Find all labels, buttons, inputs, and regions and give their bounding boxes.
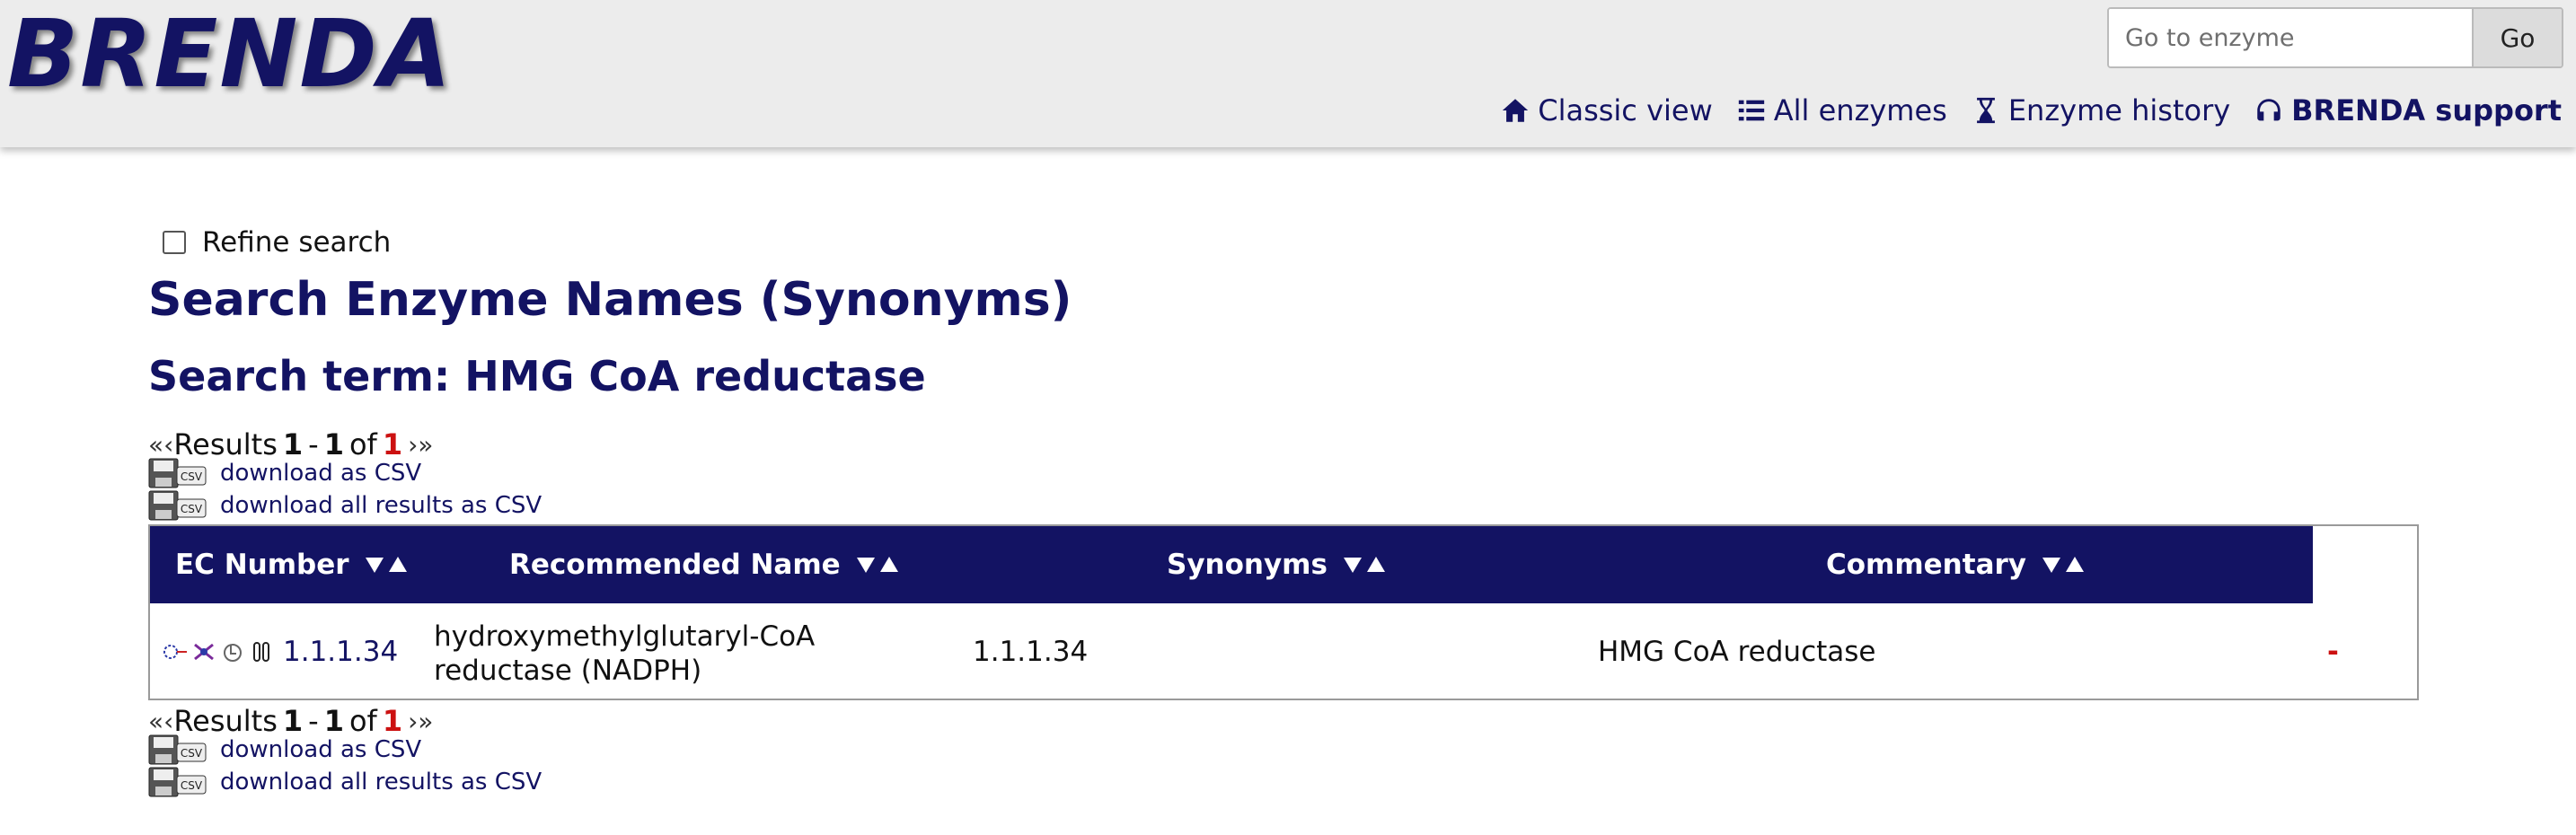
csv-floppy-icon: CSV <box>148 767 207 797</box>
pager-prefix: Results <box>173 704 278 738</box>
nav-classic-view[interactable]: Classic view <box>1500 93 1713 127</box>
pager-of: of <box>348 704 377 738</box>
refine-search-checkbox[interactable] <box>163 231 186 254</box>
first-page-icon[interactable]: « <box>148 430 163 460</box>
pager-of: of <box>348 427 377 461</box>
csv-floppy-icon: CSV <box>148 458 207 488</box>
column-header-recommended-name[interactable]: Recommended Name <box>509 526 900 603</box>
nav-brenda-support-label: BRENDA support <box>2291 93 2562 127</box>
svg-text:CSV: CSV <box>181 470 203 483</box>
go-button[interactable]: Go <box>2472 9 2562 66</box>
pathway-icon[interactable] <box>163 639 188 664</box>
sort-icon[interactable] <box>855 554 900 576</box>
pager-separator: - <box>308 704 319 738</box>
download-all-csv-link[interactable]: download all results as CSV <box>220 769 542 795</box>
pager-end: 1 <box>323 704 344 738</box>
nav-all-enzymes-label: All enzymes <box>1773 93 1947 127</box>
download-csv-row[interactable]: CSV download as CSV <box>148 734 421 765</box>
sort-icon[interactable] <box>364 554 409 576</box>
hourglass-icon <box>1976 97 1995 124</box>
refine-search-label: Refine search <box>202 226 392 259</box>
headset-icon <box>2257 99 2280 121</box>
refine-search-toggle[interactable]: Refine search <box>163 226 391 259</box>
results-table: EC Number Recommended Name Synonyms Comm… <box>148 524 2419 700</box>
download-csv-row[interactable]: CSV download as CSV <box>148 458 421 488</box>
commentary-cell: HMG CoA reductase <box>1598 636 1876 668</box>
column-label: Recommended Name <box>509 549 841 581</box>
hand-pointer-icon[interactable] <box>220 639 245 664</box>
prev-page-icon[interactable]: ‹ <box>163 430 173 460</box>
nav-brenda-support[interactable]: BRENDA support <box>2254 93 2562 127</box>
pager-top: « ‹ Results 1 - 1 of 1 › » <box>148 427 433 461</box>
brenda-logo[interactable]: BRENDA <box>7 7 453 101</box>
page-title: Search Enzyme Names (Synonyms) <box>148 273 1072 327</box>
search-term-heading: Search term: HMG CoA reductase <box>148 352 926 400</box>
download-all-csv-link[interactable]: download all results as CSV <box>220 492 542 519</box>
download-all-csv-row[interactable]: CSV download all results as CSV <box>148 767 542 797</box>
column-header-commentary[interactable]: Commentary <box>1826 526 2086 603</box>
list-icon <box>1738 100 1764 121</box>
column-label: Synonyms <box>1167 549 1328 581</box>
column-header-synonyms[interactable]: Synonyms <box>1167 526 1387 603</box>
first-page-icon[interactable]: « <box>148 707 163 736</box>
last-page-icon[interactable]: » <box>418 707 433 736</box>
download-csv-link[interactable]: download as CSV <box>220 736 421 763</box>
test-tube-icon[interactable] <box>249 639 274 664</box>
recommended-name-line: reductase (NADPH) <box>434 655 702 687</box>
ec-number-cell: 1.1.1.34 <box>163 636 398 668</box>
table-header: EC Number Recommended Name Synonyms Comm… <box>150 526 2313 603</box>
pager-total: 1 <box>382 704 403 738</box>
nav-all-enzymes[interactable]: All enzymes <box>1736 93 1947 127</box>
next-page-icon[interactable]: › <box>408 430 418 460</box>
recommended-name-line: hydroxymethylglutaryl-CoA <box>434 620 816 653</box>
top-navigation: Classic view All enzymes Enzyme history … <box>1500 93 2562 127</box>
sort-icon[interactable] <box>1342 554 1387 576</box>
pager-total: 1 <box>382 427 403 461</box>
structure-icon[interactable] <box>191 639 216 664</box>
download-all-csv-row[interactable]: CSV download all results as CSV <box>148 490 542 521</box>
pager-start: 1 <box>282 427 304 461</box>
svg-text:CSV: CSV <box>181 779 203 792</box>
download-csv-link[interactable]: download as CSV <box>220 460 421 487</box>
ec-tool-icons <box>163 639 274 664</box>
nav-classic-view-label: Classic view <box>1538 93 1713 127</box>
pager-prefix: Results <box>173 427 278 461</box>
extra-cell: - <box>2327 636 2339 668</box>
pager-start: 1 <box>282 704 304 738</box>
csv-floppy-icon: CSV <box>148 490 207 521</box>
home-icon <box>1503 99 1529 122</box>
column-label: EC Number <box>175 549 349 581</box>
recommended-name-cell: hydroxymethylglutaryl-CoA reductase (NAD… <box>434 620 815 688</box>
sort-icon[interactable] <box>2041 554 2086 576</box>
prev-page-icon[interactable]: ‹ <box>163 707 173 736</box>
pager-separator: - <box>308 427 319 461</box>
svg-text:CSV: CSV <box>181 747 203 760</box>
next-page-icon[interactable]: › <box>408 707 418 736</box>
pager-end: 1 <box>323 427 344 461</box>
enzyme-search: Go <box>2107 7 2563 68</box>
svg-text:CSV: CSV <box>181 503 203 515</box>
nav-enzyme-history[interactable]: Enzyme history <box>1971 93 2230 127</box>
pager-bottom: « ‹ Results 1 - 1 of 1 › » <box>148 704 433 738</box>
top-header: BRENDA Go Classic view All enzymes Enzym… <box>0 0 2576 147</box>
nav-enzyme-history-label: Enzyme history <box>2007 93 2231 127</box>
enzyme-search-input[interactable] <box>2109 9 2472 66</box>
column-label: Commentary <box>1826 549 2026 581</box>
column-header-ec-number[interactable]: EC Number <box>175 526 409 603</box>
last-page-icon[interactable]: » <box>418 430 433 460</box>
ec-number-link[interactable]: 1.1.1.34 <box>283 636 398 668</box>
synonyms-cell: 1.1.1.34 <box>973 636 1089 668</box>
csv-floppy-icon: CSV <box>148 734 207 765</box>
